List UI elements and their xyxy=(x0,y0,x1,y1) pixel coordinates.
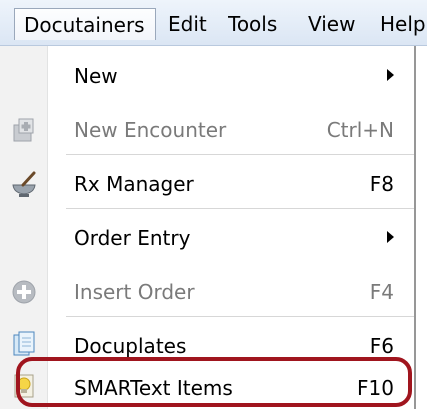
menu-item-rx-manager[interactable]: Rx Manager F8 xyxy=(0,160,414,208)
menu-view[interactable]: View xyxy=(308,8,355,40)
shortcut-text: F4 xyxy=(369,280,394,304)
menu-item-label: Rx Manager xyxy=(74,172,194,196)
menu-item-label: New xyxy=(74,64,118,88)
submenu-arrow-icon xyxy=(387,231,394,243)
menu-help[interactable]: Help xyxy=(380,8,427,40)
menu-tools[interactable]: Tools xyxy=(228,8,277,40)
menu-border xyxy=(414,46,416,409)
menu-edit[interactable]: Edit xyxy=(168,8,207,40)
menu-item-order-entry[interactable]: Order Entry xyxy=(0,214,414,262)
menu-separator xyxy=(66,208,414,209)
mortar-pestle-icon xyxy=(12,171,36,197)
docuplates-icon xyxy=(13,331,35,356)
menu-item-label: Docuplates xyxy=(74,334,187,358)
docutainers-dropdown-menu: New New Encounter Ctrl+N Rx Manager F8 O… xyxy=(0,46,427,409)
new-encounter-icon xyxy=(13,118,34,142)
menu-item-label: Order Entry xyxy=(74,226,191,250)
highlight-annotation xyxy=(16,357,412,407)
menu-item-label: New Encounter xyxy=(74,118,227,142)
shortcut-text: F8 xyxy=(369,172,394,196)
menu-item-new-encounter[interactable]: New Encounter Ctrl+N xyxy=(0,106,414,154)
submenu-arrow-icon xyxy=(387,69,394,81)
menu-separator xyxy=(66,316,414,317)
menu-bar: Docutainers Edit Tools View Help xyxy=(0,0,427,46)
menu-docutainers[interactable]: Docutainers xyxy=(14,8,156,40)
plus-circle-icon xyxy=(12,280,36,304)
menu-separator xyxy=(66,154,414,155)
shortcut-text: Ctrl+N xyxy=(326,118,394,142)
menu-item-new[interactable]: New xyxy=(0,52,414,100)
shortcut-text: F6 xyxy=(369,334,394,358)
menu-item-insert-order[interactable]: Insert Order F4 xyxy=(0,268,414,316)
menu-item-label: Insert Order xyxy=(74,280,195,304)
